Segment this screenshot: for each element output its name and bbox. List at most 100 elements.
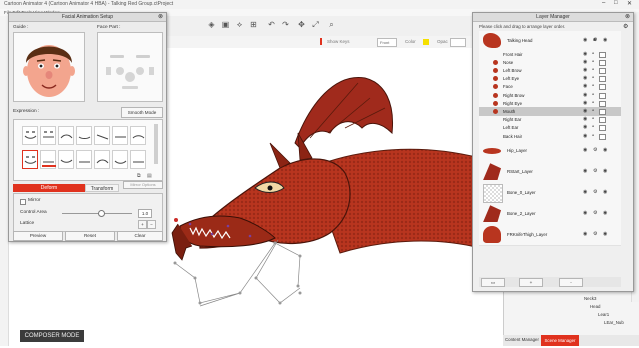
visibility-icon[interactable]: ◉ <box>583 38 587 43</box>
tab-content-manager[interactable]: Content Manager <box>505 337 539 342</box>
visibility-icon[interactable]: ◉ <box>583 148 587 153</box>
mirror-options-button[interactable]: Mirror Options <box>123 181 163 189</box>
lattice-add-button[interactable]: + <box>138 220 147 229</box>
visibility-icon[interactable]: ◉ <box>583 76 587 81</box>
redo-icon[interactable]: ↷ <box>281 20 290 29</box>
preview-icon[interactable]: ◉ <box>603 169 607 174</box>
view-dropdown[interactable]: Front <box>377 38 397 47</box>
layer-checkbox[interactable] <box>599 84 606 91</box>
visibility-icon[interactable]: ◉ <box>583 67 587 73</box>
mirror-checkbox[interactable] <box>20 199 26 205</box>
lock-icon[interactable]: ⚬ <box>591 51 595 57</box>
select-icon[interactable]: ◈ <box>207 20 216 29</box>
clear-button[interactable]: Clear <box>117 231 163 241</box>
layer-row[interactable]: Bone_0_Layer ◉ ⚙ ◉ <box>479 182 621 205</box>
lock-icon[interactable]: ⚬ <box>591 125 595 130</box>
layer-checkbox[interactable] <box>599 76 606 83</box>
layer-checkbox[interactable] <box>599 100 606 107</box>
layer-row[interactable]: RStart_Layer ◉ ⚙ ◉ <box>479 161 621 184</box>
visibility-icon[interactable]: ◉ <box>583 190 587 195</box>
layer-settings-icon[interactable]: ⚙ <box>593 232 597 237</box>
scale-icon[interactable]: ⤢ <box>311 20 320 29</box>
preview-icon[interactable]: ◉ <box>603 190 607 195</box>
layer-checkbox[interactable] <box>599 51 606 58</box>
maximize-icon[interactable]: □ <box>614 0 618 6</box>
control-area-slider[interactable] <box>62 213 132 214</box>
visibility-icon[interactable]: ◉ <box>583 169 587 174</box>
tree-item-lear1[interactable]: Lear1 <box>598 312 609 317</box>
layer-settings-icon[interactable]: ⚙ <box>593 169 597 174</box>
zoom-icon[interactable]: ⌕ <box>327 20 336 29</box>
layer-row[interactable]: FRKnifeThigh_Layer ◉ ⚙ ◉ <box>479 224 621 247</box>
layer-settings-icon[interactable]: ⚙ <box>593 148 597 153</box>
lock-icon[interactable]: ⚬ <box>591 100 595 106</box>
composer-mode-badge[interactable]: COMPOSER MODE <box>20 330 84 342</box>
visibility-icon[interactable]: ◉ <box>583 211 587 216</box>
paste-icon[interactable]: ▤ <box>147 173 152 179</box>
undo-icon[interactable]: ↶ <box>267 20 276 29</box>
minimize-icon[interactable]: – <box>602 0 605 6</box>
close-icon[interactable]: ⊗ <box>625 13 630 20</box>
layer-folder-button[interactable]: ▭ <box>481 278 505 287</box>
lock-icon[interactable]: ⚬ <box>591 59 595 65</box>
reset-button[interactable]: Reset <box>65 231 115 241</box>
layer-checkbox[interactable] <box>599 92 606 99</box>
layer-checkbox[interactable] <box>599 59 606 66</box>
sprite-icon[interactable]: ⊞ <box>249 20 258 29</box>
visibility-icon[interactable]: ◉ <box>583 84 587 89</box>
copy-icon[interactable]: ⧉ <box>137 173 141 179</box>
smooth-mode-button[interactable]: Smooth Mode <box>121 107 163 118</box>
preview-icon[interactable]: ◉ <box>603 148 607 153</box>
move-icon[interactable]: ✥ <box>297 20 306 29</box>
preview-icon[interactable]: ◉ <box>603 211 607 216</box>
lock-icon[interactable]: ⚬ <box>591 67 595 73</box>
tab-deform[interactable]: Deform <box>13 184 85 192</box>
tab-transform[interactable]: Transform <box>85 184 119 192</box>
visibility-icon[interactable]: ◉ <box>583 100 587 106</box>
tree-item-lear-nub[interactable]: LEar_Nub <box>604 320 624 325</box>
visibility-icon[interactable]: ◉ <box>583 92 587 98</box>
tab-scene-manager[interactable]: Scene Manager <box>541 335 579 346</box>
visibility-icon[interactable]: ◉ <box>583 108 587 114</box>
visibility-icon[interactable]: ◉ <box>583 125 587 130</box>
preview-icon[interactable]: ◉ <box>603 232 607 237</box>
color-swatch[interactable] <box>423 39 429 45</box>
lock-icon[interactable]: ⚬ <box>591 84 595 89</box>
layer-settings-icon[interactable]: ⚙ <box>593 190 597 195</box>
visibility-icon[interactable]: ◉ <box>583 51 587 57</box>
lock-icon[interactable]: ⚬ <box>591 76 595 81</box>
control-area-field[interactable]: 1.0 <box>138 209 152 218</box>
close-icon[interactable]: ⊗ <box>158 13 163 20</box>
transform-icon[interactable]: ▣ <box>221 20 230 29</box>
lock-icon[interactable]: ⚬ <box>591 133 595 139</box>
visibility-icon[interactable]: ◉ <box>583 133 587 139</box>
opacity-field[interactable] <box>450 38 466 47</box>
visibility-icon[interactable]: ◉ <box>583 117 587 122</box>
layer-row[interactable]: Talking Head ◉ ⚙ ◉ ■ <box>479 31 621 51</box>
lattice-remove-button[interactable]: − <box>147 220 156 229</box>
preview-icon[interactable]: ◉ <box>603 38 607 43</box>
layer-settings-icon[interactable]: ■ <box>593 38 596 43</box>
visibility-icon[interactable]: ◉ <box>583 232 587 237</box>
layer-checkbox[interactable] <box>599 125 606 132</box>
show-keys-label[interactable]: Show Keys <box>327 39 350 44</box>
layer-settings-icon[interactable]: ⚙ <box>593 211 597 216</box>
tree-item-neck3[interactable]: Neck3 <box>584 296 596 301</box>
bone-icon[interactable]: ⟡ <box>235 20 244 29</box>
layer-add-button[interactable]: + <box>519 278 543 287</box>
layer-checkbox[interactable] <box>599 108 606 115</box>
layer-delete-button[interactable]: - <box>559 278 583 287</box>
settings-icon[interactable]: ⚙ <box>623 23 628 30</box>
preview-button[interactable]: Preview <box>13 231 63 241</box>
layer-checkbox[interactable] <box>599 133 606 140</box>
layer-checkbox[interactable] <box>599 67 606 74</box>
lock-icon[interactable]: ⚬ <box>591 117 595 122</box>
close-icon[interactable]: ✕ <box>627 0 632 7</box>
lock-icon[interactable]: ⚬ <box>591 108 595 114</box>
control-area-slider-handle[interactable] <box>98 210 105 217</box>
lock-icon[interactable]: ⚬ <box>591 92 595 98</box>
tree-item-head[interactable]: Head <box>590 304 601 309</box>
layer-row[interactable]: Bone_2_Layer ◉ ⚙ ◉ <box>479 203 621 226</box>
layer-checkbox[interactable] <box>599 117 606 124</box>
stage-canvas[interactable] <box>160 48 481 346</box>
